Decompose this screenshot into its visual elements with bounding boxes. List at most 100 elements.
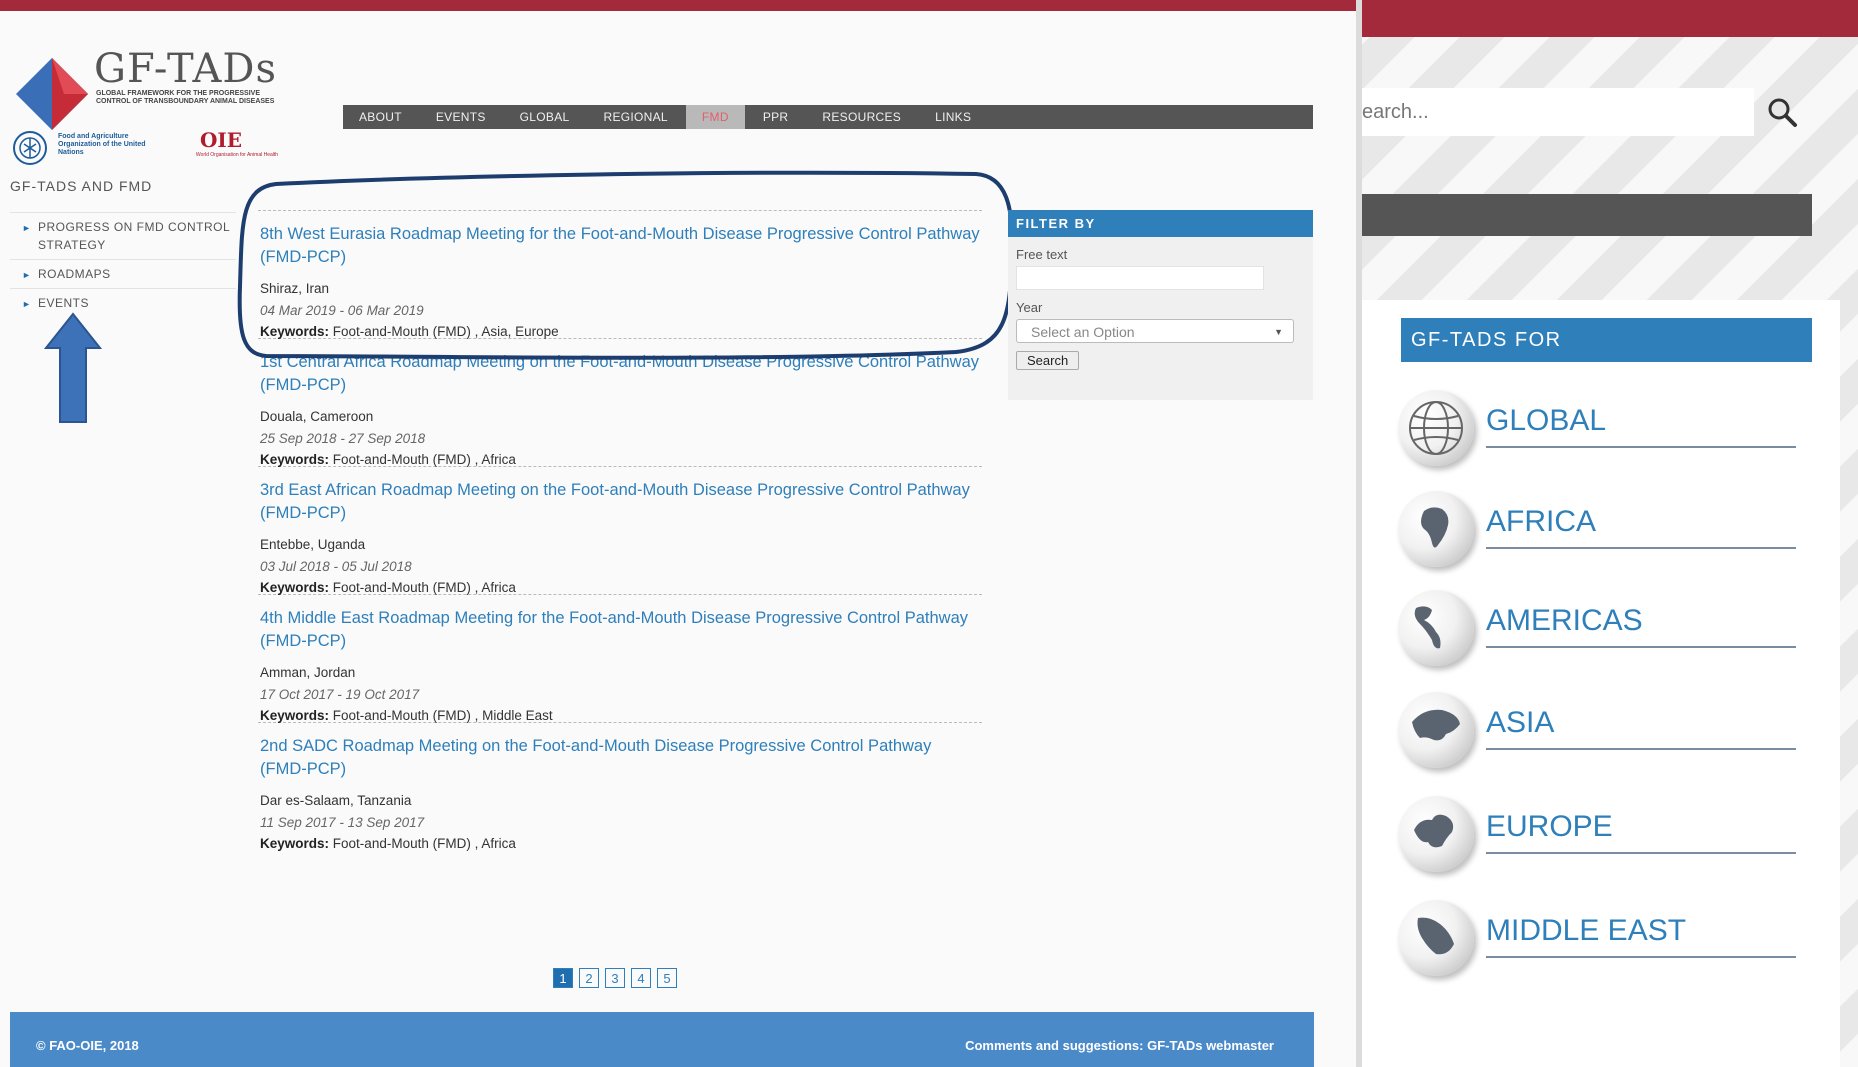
event-item: 4th Middle East Roadmap Meeting for the … xyxy=(258,594,982,723)
nav-item-global[interactable]: GLOBAL xyxy=(520,105,570,129)
sidebar-item-label: PROGRESS ON FMD CONTROL STRATEGY xyxy=(38,220,230,252)
event-location: Amman, Jordan xyxy=(260,665,356,680)
region-link-asia[interactable]: ASIA xyxy=(1398,692,1798,772)
bullet-icon: ► xyxy=(22,270,32,280)
asia-map-icon xyxy=(1398,692,1474,768)
nav-item-regional[interactable]: REGIONAL xyxy=(603,105,667,129)
year-select[interactable]: Select an Option ▼ xyxy=(1016,319,1294,343)
region-underline xyxy=(1486,547,1796,549)
site-logo-title[interactable]: GF-TADs xyxy=(94,46,277,92)
nav-item-about[interactable]: ABOUT xyxy=(359,105,402,129)
keywords-value: Foot-and-Mouth (FMD) , Middle East xyxy=(332,708,553,723)
page-3-button[interactable]: 3 xyxy=(605,968,625,988)
search-icon[interactable] xyxy=(1766,96,1798,128)
bullet-icon: ► xyxy=(22,299,32,309)
right-brand-bar xyxy=(1362,0,1858,37)
free-text-label: Free text xyxy=(1016,247,1068,262)
top-brand-bar xyxy=(0,0,1358,11)
nav-item-fmd[interactable]: FMD xyxy=(685,105,745,129)
page-5-button[interactable]: 5 xyxy=(657,968,677,988)
fao-logo-text: Food and Agriculture Organization of the… xyxy=(58,133,146,156)
middle-east-map-icon xyxy=(1398,900,1474,976)
gf-tads-logo-icon[interactable] xyxy=(14,56,90,132)
year-label: Year xyxy=(1016,300,1043,315)
sidebar-menu: ► PROGRESS ON FMD CONTROL STRATEGY ► ROA… xyxy=(10,212,236,317)
site-search-input[interactable]: earch... xyxy=(1362,88,1754,136)
site-logo-subtitle: Global Framework for the Progressive Con… xyxy=(96,90,275,105)
event-item: 2nd SADC Roadmap Meeting on the Foot-and… xyxy=(258,722,982,851)
bullet-icon: ► xyxy=(22,223,32,233)
oie-logo-text: World Organisation for Animal Health xyxy=(195,152,279,158)
event-title-link[interactable]: 4th Middle East Roadmap Meeting for the … xyxy=(260,607,982,653)
event-location: Dar es-Salaam, Tanzania xyxy=(260,793,412,808)
region-link-americas[interactable]: AMERICAS xyxy=(1398,590,1798,670)
region-underline xyxy=(1486,646,1796,648)
nav-item-links[interactable]: LINKS xyxy=(935,105,971,129)
main-navigation: ABOUT EVENTS GLOBAL REGIONAL FMD PPR RES… xyxy=(343,105,1313,129)
page-2-button[interactable]: 2 xyxy=(579,968,599,988)
oie-logo[interactable]: OIE xyxy=(200,128,242,152)
keywords-label: Keywords: xyxy=(260,708,330,723)
event-title-link[interactable]: 2nd SADC Roadmap Meeting on the Foot-and… xyxy=(260,735,982,781)
filter-panel: FILTER BY Free text Year Select an Optio… xyxy=(1008,210,1313,400)
region-underline xyxy=(1486,748,1796,750)
keywords-label: Keywords: xyxy=(260,836,330,851)
globe-icon xyxy=(1398,390,1474,466)
event-dates: 11 Sep 2017 - 13 Sep 2017 xyxy=(260,815,425,830)
europe-map-icon xyxy=(1398,796,1474,872)
sidebar-item-roadmaps[interactable]: ► ROADMAPS xyxy=(10,259,236,288)
region-label: AFRICA xyxy=(1486,505,1597,538)
region-link-middle-east[interactable]: MIDDLE EAST xyxy=(1398,900,1798,980)
right-nav-bar xyxy=(1362,194,1812,236)
keywords-value: Foot-and-Mouth (FMD) , Africa xyxy=(332,580,516,595)
event-keywords: Keywords: Foot-and-Mouth (FMD) , Middle … xyxy=(260,708,982,723)
sidebar-item-label: EVENTS xyxy=(38,296,90,310)
nav-item-resources[interactable]: RESOURCES xyxy=(822,105,901,129)
event-title-link[interactable]: 3rd East African Roadmap Meeting on the … xyxy=(260,479,982,525)
region-label: GLOBAL xyxy=(1486,404,1607,437)
region-underline xyxy=(1486,446,1796,448)
page-footer: © FAO-OIE, 2018 Comments and suggestions… xyxy=(10,1012,1314,1067)
event-dates: 03 Jul 2018 - 05 Jul 2018 xyxy=(260,559,412,574)
event-keywords: Keywords: Foot-and-Mouth (FMD) , Africa xyxy=(260,452,982,467)
region-label: AMERICAS xyxy=(1486,604,1643,637)
region-link-europe[interactable]: EUROPE xyxy=(1398,796,1798,876)
region-label: EUROPE xyxy=(1486,810,1613,843)
chevron-down-icon: ▼ xyxy=(1274,327,1283,337)
annotation-highlight-outline xyxy=(237,170,1012,360)
keywords-label: Keywords: xyxy=(260,580,330,595)
region-label: MIDDLE EAST xyxy=(1486,914,1687,947)
nav-item-ppr[interactable]: PPR xyxy=(763,105,789,129)
annotation-arrow-icon xyxy=(44,312,102,423)
page-1-button[interactable]: 1 xyxy=(553,968,573,988)
keywords-value: Foot-and-Mouth (FMD) , Africa xyxy=(332,452,516,467)
filter-heading: FILTER BY xyxy=(1008,210,1313,237)
sidebar-item-progress[interactable]: ► PROGRESS ON FMD CONTROL STRATEGY xyxy=(10,212,236,259)
region-link-global[interactable]: GLOBAL xyxy=(1398,390,1798,470)
free-text-input[interactable] xyxy=(1016,266,1264,290)
screenshot-divider xyxy=(1356,0,1362,1067)
event-keywords: Keywords: Foot-and-Mouth (FMD) , Africa xyxy=(260,580,982,595)
event-dates: 17 Oct 2017 - 19 Oct 2017 xyxy=(260,687,420,702)
event-keywords: Keywords: Foot-and-Mouth (FMD) , Africa xyxy=(260,836,982,851)
year-select-placeholder: Select an Option xyxy=(1031,324,1135,340)
page-4-button[interactable]: 4 xyxy=(631,968,651,988)
region-underline xyxy=(1486,852,1796,854)
africa-map-icon xyxy=(1398,491,1474,567)
region-link-africa[interactable]: AFRICA xyxy=(1398,491,1798,571)
sidebar-item-label: ROADMAPS xyxy=(38,267,111,281)
event-location: Douala, Cameroon xyxy=(260,409,374,424)
gf-tads-for-heading: GF-TADS FOR xyxy=(1401,318,1812,362)
keywords-label: Keywords: xyxy=(260,452,330,467)
search-button[interactable]: Search xyxy=(1016,351,1080,370)
keywords-value: Foot-and-Mouth (FMD) , Africa xyxy=(332,836,516,851)
nav-item-events[interactable]: EVENTS xyxy=(436,105,486,129)
fao-logo-icon[interactable] xyxy=(10,130,54,166)
pagination: 1 2 3 4 5 xyxy=(553,968,683,988)
event-location: Entebbe, Uganda xyxy=(260,537,366,552)
footer-contact-link[interactable]: Comments and suggestions: GF-TADs webmas… xyxy=(965,1038,1274,1053)
sidebar-title: GF-TADS AND FMD xyxy=(10,178,153,194)
americas-map-icon xyxy=(1398,590,1474,666)
footer-copyright: © FAO-OIE, 2018 xyxy=(36,1038,139,1053)
region-underline xyxy=(1486,956,1796,958)
